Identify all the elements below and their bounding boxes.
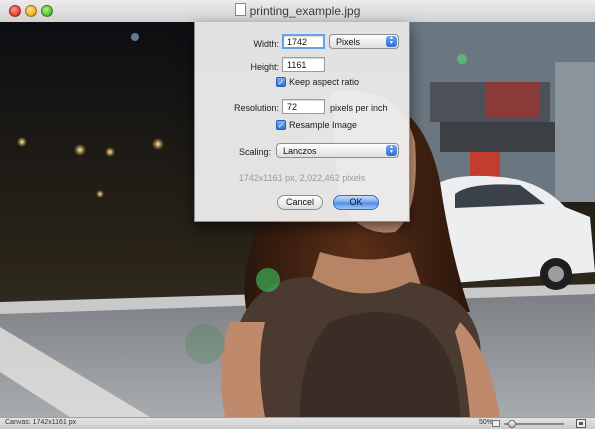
window-title: printing_example.jpg — [249, 4, 361, 18]
window-title-group: printing_example.jpg — [0, 3, 595, 18]
resize-dialog: Width: 1742 Pixels ▲ ▼ Height: 1161 ✓ Kee… — [194, 22, 410, 222]
zoom-out-icon[interactable] — [492, 420, 500, 427]
scaling-label: Scaling: — [238, 147, 271, 157]
height-label: Height: — [250, 62, 279, 72]
width-label: Width: — [253, 39, 279, 49]
resolution-unit: pixels per inch — [330, 103, 388, 113]
zoom-percent: 50% — [479, 419, 494, 426]
cancel-button[interactable]: Cancel — [277, 195, 323, 210]
updown-arrows-icon: ▲ ▼ — [386, 145, 397, 156]
title-bar[interactable]: printing_example.jpg — [0, 0, 595, 23]
width-field[interactable]: 1742 — [282, 34, 325, 49]
resample-label: Resample Image — [289, 120, 358, 130]
resolution-label: Resolution: — [233, 103, 279, 113]
zoom-slider-knob[interactable] — [507, 420, 516, 428]
keep-aspect-label: Keep aspect ratio — [289, 77, 360, 87]
scaling-popup[interactable]: Lanczos ▲ ▼ — [276, 143, 399, 158]
keep-aspect-checkbox[interactable]: ✓ — [276, 77, 286, 87]
canvas-size-status: Canvas: 1742x1161 px — [5, 419, 77, 426]
document-icon — [234, 3, 246, 16]
unit-popup-value: Pixels — [336, 37, 361, 47]
updown-arrows-icon: ▲ ▼ — [386, 36, 397, 47]
status-bar: Canvas: 1742x1161 px 50% — [0, 417, 595, 429]
resample-checkbox[interactable]: ✓ — [276, 120, 286, 130]
ok-button[interactable]: OK — [333, 195, 379, 210]
pixel-info: 1742x1161 px, 2,022,462 pixels — [238, 173, 366, 183]
zoom-in-icon[interactable] — [576, 419, 586, 428]
image-window: printing_example.jpg Width: 1742 Pixels … — [0, 0, 595, 429]
height-field[interactable]: 1161 — [282, 57, 325, 72]
resolution-field[interactable]: 72 — [282, 99, 325, 114]
scaling-popup-value: Lanczos — [283, 146, 317, 156]
unit-popup[interactable]: Pixels ▲ ▼ — [329, 34, 399, 49]
